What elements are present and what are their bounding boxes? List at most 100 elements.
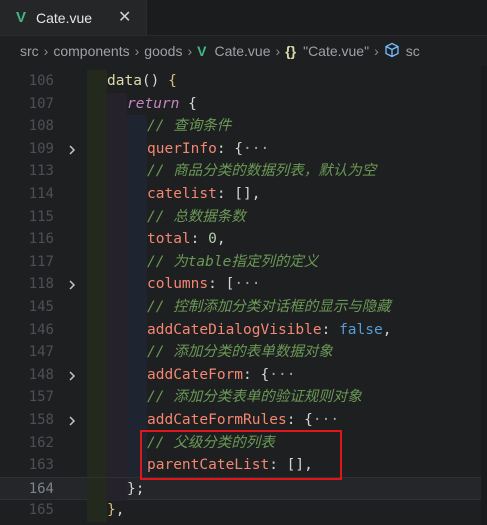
- code-text: parentCateList: [],: [147, 457, 313, 474]
- indent-guide: [107, 296, 127, 319]
- tab-cate-vue[interactable]: V Cate.vue ✕: [0, 0, 147, 35]
- indent-guide: [87, 250, 107, 274]
- breadcrumb: src › components › goods › V Cate.vue › …: [0, 36, 487, 66]
- breadcrumb-item-script[interactable]: sc: [406, 43, 420, 59]
- indent-guide: [87, 341, 107, 365]
- code-line[interactable]: 148 addCateForm: {···: [0, 363, 487, 387]
- indent-guide: [87, 477, 107, 501]
- code-text: total: 0,: [147, 231, 226, 248]
- vue-file-icon: V: [197, 43, 207, 59]
- fold-chevron-icon[interactable]: [65, 277, 79, 291]
- indent-guide: [107, 363, 127, 387]
- code-text: // 总数据条数: [147, 208, 246, 225]
- code-text: catelist: [],: [147, 186, 261, 202]
- code-text: },: [107, 502, 125, 519]
- line-number: 114: [28, 186, 54, 202]
- code-line[interactable]: 147 // 添加分类的表单数据对象: [0, 341, 487, 365]
- line-number: 148: [28, 366, 54, 383]
- indent-guide: [87, 499, 107, 523]
- line-number: 118: [28, 276, 54, 293]
- code-text: // 控制添加分类对话框的显示与隐藏: [147, 299, 391, 315]
- code-text: // 为table指定列的定义: [147, 253, 319, 270]
- line-number: 158: [28, 412, 54, 428]
- line-number: 116: [28, 231, 54, 248]
- indent-guide: [107, 431, 127, 455]
- indent-guide: [107, 137, 127, 161]
- line-number: 115: [28, 208, 54, 225]
- fold-chevron-icon[interactable]: [65, 368, 79, 382]
- editor-scrollbar[interactable]: [481, 66, 487, 525]
- indent-guide: [87, 205, 107, 229]
- breadcrumb-item-goods[interactable]: goods: [144, 43, 182, 59]
- chevron-right-icon: ›: [275, 43, 281, 59]
- line-number: 106: [28, 73, 54, 89]
- code-line[interactable]: 146 addCateDialogVisible: false,: [0, 318, 487, 342]
- fold-chevron-icon[interactable]: [65, 413, 79, 427]
- indent-guide: [127, 454, 147, 478]
- code-editor[interactable]: 106 data() { 107 return {108 // 查询条件 109 querI…: [0, 66, 487, 525]
- indent-guide: [107, 205, 127, 229]
- indent-guide: [127, 409, 147, 432]
- code-line[interactable]: 162 // 父级分类的列表: [0, 431, 487, 455]
- code-line[interactable]: 163 parentCateList: [],: [0, 454, 487, 478]
- indent-guide: [127, 115, 147, 139]
- indent-guide: [127, 137, 147, 161]
- code-line[interactable]: 115 // 总数据条数: [0, 205, 487, 229]
- indent-guide: [107, 228, 127, 252]
- code-line[interactable]: 107 return {: [0, 92, 487, 116]
- indent-guide: [107, 273, 127, 297]
- indent-guide: [87, 115, 107, 139]
- indent-guide: [107, 409, 127, 432]
- code-line[interactable]: 114 catelist: [],: [0, 183, 487, 206]
- fold-chevron-icon[interactable]: [65, 142, 79, 156]
- line-number: 163: [28, 457, 54, 474]
- line-number: 117: [28, 253, 54, 270]
- indent-guide: [87, 183, 107, 206]
- close-icon[interactable]: ✕: [118, 7, 131, 27]
- code-line[interactable]: 118 columns: [···: [0, 273, 487, 297]
- indent-guide: [107, 477, 127, 501]
- indent-guide: [87, 228, 107, 252]
- indent-guide: [127, 273, 147, 297]
- code-line[interactable]: 158 addCateFormRules: {···: [0, 409, 487, 432]
- code-line[interactable]: 117 // 为table指定列的定义: [0, 250, 487, 274]
- code-text: // 父级分类的列表: [147, 434, 275, 451]
- indent-guide: [107, 183, 127, 206]
- indent-guide: [107, 92, 127, 116]
- indent-guide: [107, 386, 127, 410]
- breadcrumb-item-src[interactable]: src: [20, 43, 39, 59]
- breadcrumb-item-module[interactable]: "Cate.vue": [303, 43, 369, 59]
- code-text: data() {: [107, 73, 177, 89]
- code-line[interactable]: 116 total: 0,: [0, 228, 487, 252]
- vue-file-icon: V: [16, 9, 27, 26]
- code-text: return {: [127, 95, 197, 112]
- line-number: 162: [28, 434, 54, 451]
- code-line[interactable]: 145 // 控制添加分类对话框的显示与隐藏: [0, 296, 487, 319]
- tab-label: Cate.vue: [36, 9, 93, 26]
- indent-guide: [127, 318, 147, 342]
- code-line[interactable]: 109 querInfo: {···: [0, 137, 487, 161]
- indent-guide: [107, 160, 127, 184]
- code-text: querInfo: {···: [147, 140, 270, 157]
- breadcrumb-item-components[interactable]: components: [53, 43, 129, 59]
- line-number: 164: [28, 480, 54, 497]
- code-line[interactable]: 113 // 商品分类的数据列表，默认为空: [0, 160, 487, 184]
- indent-guide: [87, 92, 107, 116]
- code-text: columns: [···: [147, 276, 261, 293]
- code-text: addCateForm: {···: [147, 366, 296, 383]
- code-line[interactable]: 108 // 查询条件: [0, 115, 487, 139]
- braces-icon: {}: [285, 43, 297, 59]
- code-line[interactable]: 106 data() {: [0, 70, 487, 93]
- indent-guide: [127, 431, 147, 455]
- indent-guide: [107, 318, 127, 342]
- breadcrumb-item-file[interactable]: Cate.vue: [214, 43, 270, 59]
- indent-guide: [127, 205, 147, 229]
- indent-guide: [127, 386, 147, 410]
- indent-guide: [87, 409, 107, 432]
- code-line[interactable]: 157 // 添加分类表单的验证规则对象: [0, 386, 487, 410]
- code-line[interactable]: 165},: [0, 499, 487, 523]
- line-number: 165: [28, 502, 54, 519]
- code-text: // 商品分类的数据列表，默认为空: [147, 163, 377, 180]
- indent-guide: [127, 183, 147, 206]
- code-line[interactable]: 164};: [0, 476, 487, 501]
